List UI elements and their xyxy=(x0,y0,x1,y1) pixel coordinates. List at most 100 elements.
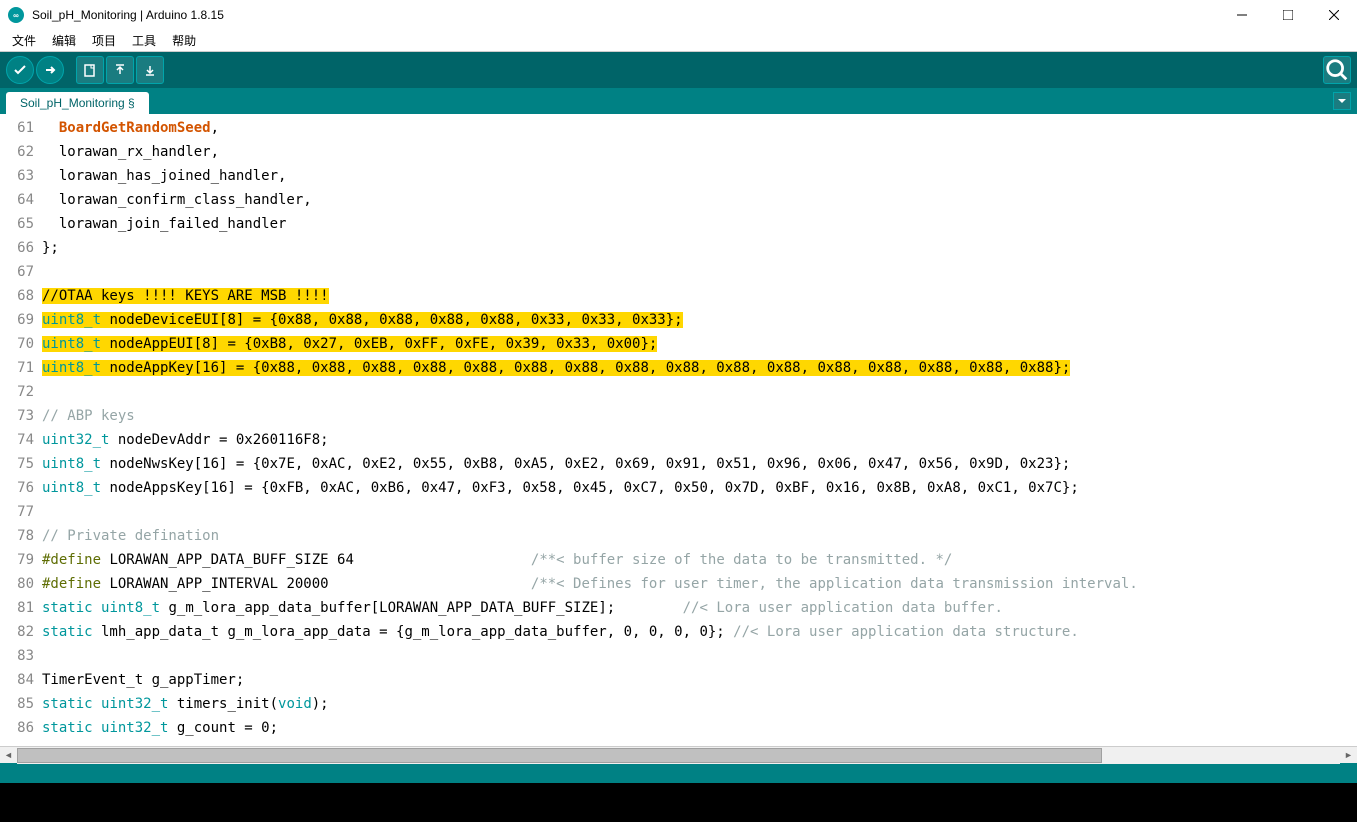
code-line[interactable]: 77 xyxy=(0,500,1357,524)
minimize-button[interactable] xyxy=(1219,0,1265,30)
scroll-track[interactable] xyxy=(17,747,1340,764)
code-content[interactable] xyxy=(40,380,1357,404)
code-editor[interactable]: 61 BoardGetRandomSeed,62 lorawan_rx_hand… xyxy=(0,114,1357,746)
code-line[interactable]: 80#define LORAWAN_APP_INTERVAL 20000 /**… xyxy=(0,572,1357,596)
tab-row: Soil_pH_Monitoring § xyxy=(0,88,1357,114)
code-line[interactable]: 66}; xyxy=(0,236,1357,260)
line-number: 71 xyxy=(0,356,40,380)
line-number: 75 xyxy=(0,452,40,476)
open-button[interactable] xyxy=(106,56,134,84)
line-number: 83 xyxy=(0,644,40,668)
code-content[interactable]: }; xyxy=(40,236,1357,260)
code-content[interactable] xyxy=(40,260,1357,284)
window-title: Soil_pH_Monitoring | Arduino 1.8.15 xyxy=(32,8,224,22)
menu-tools[interactable]: 工具 xyxy=(124,30,164,51)
code-content[interactable] xyxy=(40,500,1357,524)
line-number: 61 xyxy=(0,116,40,140)
code-line[interactable]: 65 lorawan_join_failed_handler xyxy=(0,212,1357,236)
menu-help[interactable]: 帮助 xyxy=(164,30,204,51)
code-content[interactable]: //OTAA keys !!!! KEYS ARE MSB !!!! xyxy=(40,284,1357,308)
code-line[interactable]: 63 lorawan_has_joined_handler, xyxy=(0,164,1357,188)
code-content[interactable]: lorawan_has_joined_handler, xyxy=(40,164,1357,188)
line-number: 69 xyxy=(0,308,40,332)
tab-sketch[interactable]: Soil_pH_Monitoring § xyxy=(6,92,149,114)
code-content[interactable]: static uint32_t g_count = 0; xyxy=(40,716,1357,740)
code-line[interactable]: 79#define LORAWAN_APP_DATA_BUFF_SIZE 64 … xyxy=(0,548,1357,572)
code-line[interactable]: 72 xyxy=(0,380,1357,404)
code-content[interactable]: uint8_t nodeAppsKey[16] = {0xFB, 0xAC, 0… xyxy=(40,476,1357,500)
code-line[interactable]: 70uint8_t nodeAppEUI[8] = {0xB8, 0x27, 0… xyxy=(0,332,1357,356)
code-line[interactable]: 62 lorawan_rx_handler, xyxy=(0,140,1357,164)
line-number: 65 xyxy=(0,212,40,236)
code-line[interactable]: 64 lorawan_confirm_class_handler, xyxy=(0,188,1357,212)
code-line[interactable]: 82static lmh_app_data_t g_m_lora_app_dat… xyxy=(0,620,1357,644)
code-line[interactable]: 78// Private defination xyxy=(0,524,1357,548)
code-line[interactable]: 86static uint32_t g_count = 0; xyxy=(0,716,1357,740)
code-content[interactable]: lorawan_confirm_class_handler, xyxy=(40,188,1357,212)
code-line[interactable]: 73// ABP keys xyxy=(0,404,1357,428)
code-line[interactable]: 81static uint8_t g_m_lora_app_data_buffe… xyxy=(0,596,1357,620)
code-content[interactable]: #define LORAWAN_APP_INTERVAL 20000 /**< … xyxy=(40,572,1357,596)
close-button[interactable] xyxy=(1311,0,1357,30)
line-number: 70 xyxy=(0,332,40,356)
scroll-thumb[interactable] xyxy=(17,748,1102,763)
code-content[interactable] xyxy=(40,644,1357,668)
code-line[interactable]: 74uint32_t nodeDevAddr = 0x260116F8; xyxy=(0,428,1357,452)
code-line[interactable]: 69uint8_t nodeDeviceEUI[8] = {0x88, 0x88… xyxy=(0,308,1357,332)
new-button[interactable] xyxy=(76,56,104,84)
code-content[interactable]: // ABP keys xyxy=(40,404,1357,428)
code-content[interactable]: BoardGetRandomSeed, xyxy=(40,116,1357,140)
maximize-button[interactable] xyxy=(1265,0,1311,30)
code-content[interactable]: uint8_t nodeNwsKey[16] = {0x7E, 0xAC, 0x… xyxy=(40,452,1357,476)
code-line[interactable]: 68//OTAA keys !!!! KEYS ARE MSB !!!! xyxy=(0,284,1357,308)
line-number: 78 xyxy=(0,524,40,548)
code-line[interactable]: 75uint8_t nodeNwsKey[16] = {0x7E, 0xAC, … xyxy=(0,452,1357,476)
arduino-icon: ∞ xyxy=(8,7,24,23)
tab-menu-button[interactable] xyxy=(1333,92,1351,110)
menu-file[interactable]: 文件 xyxy=(4,30,44,51)
upload-button[interactable] xyxy=(36,56,64,84)
scroll-right-arrow[interactable]: ► xyxy=(1340,747,1357,764)
status-bar xyxy=(0,763,1357,783)
code-line[interactable]: 71uint8_t nodeAppKey[16] = {0x88, 0x88, … xyxy=(0,356,1357,380)
line-number: 85 xyxy=(0,692,40,716)
line-number: 79 xyxy=(0,548,40,572)
code-content[interactable]: static lmh_app_data_t g_m_lora_app_data … xyxy=(40,620,1357,644)
line-number: 86 xyxy=(0,716,40,740)
serial-monitor-button[interactable] xyxy=(1323,56,1351,84)
code-content[interactable]: static uint8_t g_m_lora_app_data_buffer[… xyxy=(40,596,1357,620)
menubar: 文件 编辑 项目 工具 帮助 xyxy=(0,30,1357,52)
code-line[interactable]: 61 BoardGetRandomSeed, xyxy=(0,116,1357,140)
line-number: 64 xyxy=(0,188,40,212)
code-content[interactable]: lorawan_join_failed_handler xyxy=(40,212,1357,236)
titlebar: ∞ Soil_pH_Monitoring | Arduino 1.8.15 xyxy=(0,0,1357,30)
code-content[interactable]: #define LORAWAN_APP_DATA_BUFF_SIZE 64 /*… xyxy=(40,548,1357,572)
menu-edit[interactable]: 编辑 xyxy=(44,30,84,51)
code-content[interactable]: TimerEvent_t g_appTimer; xyxy=(40,668,1357,692)
code-content[interactable]: uint8_t nodeDeviceEUI[8] = {0x88, 0x88, … xyxy=(40,308,1357,332)
line-number: 74 xyxy=(0,428,40,452)
code-line[interactable]: 85static uint32_t timers_init(void); xyxy=(0,692,1357,716)
line-number: 80 xyxy=(0,572,40,596)
verify-button[interactable] xyxy=(6,56,34,84)
line-number: 72 xyxy=(0,380,40,404)
toolbar xyxy=(0,52,1357,88)
scroll-left-arrow[interactable]: ◄ xyxy=(0,747,17,764)
horizontal-scrollbar[interactable]: ◄ ► xyxy=(0,746,1357,763)
line-number: 84 xyxy=(0,668,40,692)
code-content[interactable]: uint8_t nodeAppEUI[8] = {0xB8, 0x27, 0xE… xyxy=(40,332,1357,356)
code-content[interactable]: uint32_t nodeDevAddr = 0x260116F8; xyxy=(40,428,1357,452)
code-line[interactable]: 67 xyxy=(0,260,1357,284)
code-line[interactable]: 84TimerEvent_t g_appTimer; xyxy=(0,668,1357,692)
code-content[interactable]: static uint32_t timers_init(void); xyxy=(40,692,1357,716)
code-content[interactable]: uint8_t nodeAppKey[16] = {0x88, 0x88, 0x… xyxy=(40,356,1357,380)
line-number: 73 xyxy=(0,404,40,428)
code-line[interactable]: 83 xyxy=(0,644,1357,668)
menu-sketch[interactable]: 项目 xyxy=(84,30,124,51)
code-content[interactable]: // Private defination xyxy=(40,524,1357,548)
save-button[interactable] xyxy=(136,56,164,84)
code-line[interactable]: 76uint8_t nodeAppsKey[16] = {0xFB, 0xAC,… xyxy=(0,476,1357,500)
line-number: 63 xyxy=(0,164,40,188)
code-content[interactable]: lorawan_rx_handler, xyxy=(40,140,1357,164)
line-number: 68 xyxy=(0,284,40,308)
